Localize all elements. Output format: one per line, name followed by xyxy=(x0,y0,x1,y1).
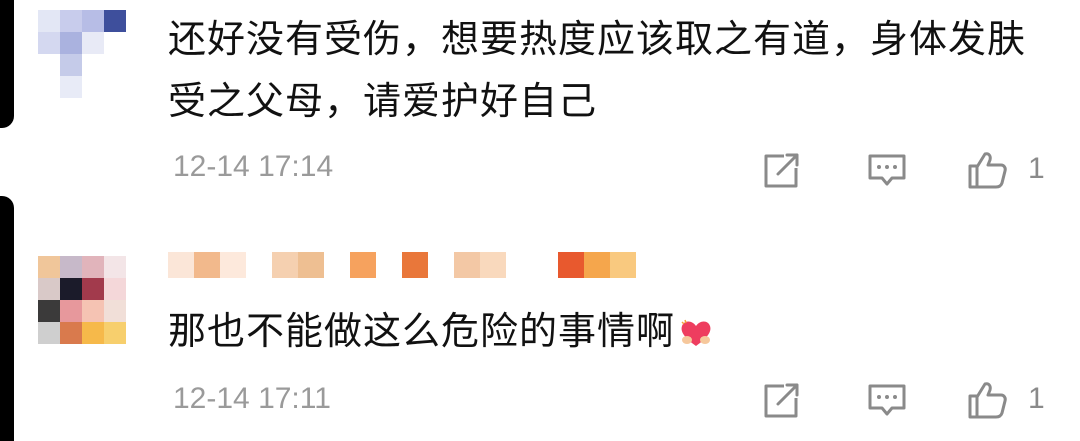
username-mosaic-tile xyxy=(168,252,194,278)
like-count: 1 xyxy=(1028,152,1045,185)
username-mosaic-tile xyxy=(402,252,428,278)
avatar-mosaic-tile xyxy=(60,54,82,76)
like-count: 1 xyxy=(1028,382,1045,415)
avatar-mosaic-tile xyxy=(82,54,104,76)
username-mosaic-tile xyxy=(506,252,532,278)
username-mosaic-tile xyxy=(584,252,610,278)
username-mosaic-tile xyxy=(272,252,298,278)
avatar-mosaic-tile xyxy=(60,256,82,278)
username-mosaic-tile xyxy=(610,252,636,278)
avatar-mosaic-tile xyxy=(38,54,60,76)
comment-text: 还好没有受伤，想要热度应该取之有道，身体发肤受之父母，请爱护好自己 xyxy=(168,17,1027,123)
avatar-mosaic-tile xyxy=(104,54,126,76)
avatar-mosaic-tile xyxy=(38,300,60,322)
avatar[interactable] xyxy=(38,10,126,98)
username-mosaic-tile xyxy=(558,252,584,278)
avatar-mosaic-tile xyxy=(82,300,104,322)
avatar-mosaic-tile xyxy=(60,278,82,300)
comment-bubble-icon[interactable] xyxy=(866,380,908,420)
avatar-mosaic-tile xyxy=(82,278,104,300)
comment-actions: 1 xyxy=(760,148,1060,192)
thumbs-up-icon[interactable] xyxy=(966,150,1008,190)
avatar-mosaic-tile xyxy=(104,76,126,98)
comment-timestamp: 12-14 17:11 xyxy=(173,382,331,415)
avatar-mosaic-tile xyxy=(38,10,60,32)
username-mosaic-tile xyxy=(532,252,558,278)
avatar[interactable] xyxy=(38,256,126,344)
username-mosaic-tile xyxy=(324,252,350,278)
avatar-mosaic-tile xyxy=(82,322,104,344)
comment-bubble-icon[interactable] xyxy=(866,150,908,190)
username-mosaic-tile xyxy=(480,252,506,278)
username-mosaic-tile xyxy=(246,252,272,278)
share-square-icon[interactable] xyxy=(760,150,802,190)
avatar-mosaic-tile xyxy=(60,300,82,322)
username-mosaic-tile xyxy=(220,252,246,278)
avatar-mosaic-tile xyxy=(104,32,126,54)
avatar-mosaic-tile xyxy=(60,10,82,32)
avatar-mosaic-tile xyxy=(38,76,60,98)
comment-item: 还好没有受伤，想要热度应该取之有道，身体发肤受之父母，请爱护好自己 12-14 … xyxy=(0,0,1080,196)
avatar-mosaic-tile xyxy=(104,10,126,32)
avatar-mosaic-tile xyxy=(38,322,60,344)
avatar-mosaic-tile xyxy=(104,278,126,300)
avatar-mosaic-tile xyxy=(38,32,60,54)
avatar-mosaic-tile xyxy=(104,322,126,344)
avatar-mosaic-tile xyxy=(60,32,82,54)
comment-item: 那也不能做这么危险的事情啊 12-14 17:11 1 xyxy=(0,236,1080,441)
avatar-mosaic-tile xyxy=(82,32,104,54)
comment-text-content: 那也不能做这么危险的事情啊 xyxy=(168,309,676,353)
username-mosaic-tile xyxy=(350,252,376,278)
share-square-icon[interactable] xyxy=(760,380,802,420)
username-mosaic-tile xyxy=(454,252,480,278)
avatar-mosaic-tile xyxy=(104,256,126,278)
comment-timestamp: 12-14 17:14 xyxy=(173,150,334,183)
avatar-mosaic-tile xyxy=(104,300,126,322)
comment-text: 那也不能做这么危险的事情啊 xyxy=(168,300,1048,362)
username-blurred[interactable] xyxy=(168,252,636,278)
avatar-mosaic-tile xyxy=(82,256,104,278)
comment-actions: 1 xyxy=(760,378,1060,422)
avatar-mosaic-tile xyxy=(38,278,60,300)
thumbs-up-icon[interactable] xyxy=(966,380,1008,420)
username-mosaic-tile xyxy=(194,252,220,278)
username-mosaic-tile xyxy=(428,252,454,278)
heart-hands-emoji-icon xyxy=(681,319,711,346)
avatar-mosaic-tile xyxy=(38,256,60,278)
avatar-mosaic-tile xyxy=(82,10,104,32)
username-mosaic-tile xyxy=(298,252,324,278)
avatar-mosaic-tile xyxy=(82,76,104,98)
username-mosaic-tile xyxy=(376,252,402,278)
avatar-mosaic-tile xyxy=(60,322,82,344)
avatar-mosaic-tile xyxy=(60,76,82,98)
